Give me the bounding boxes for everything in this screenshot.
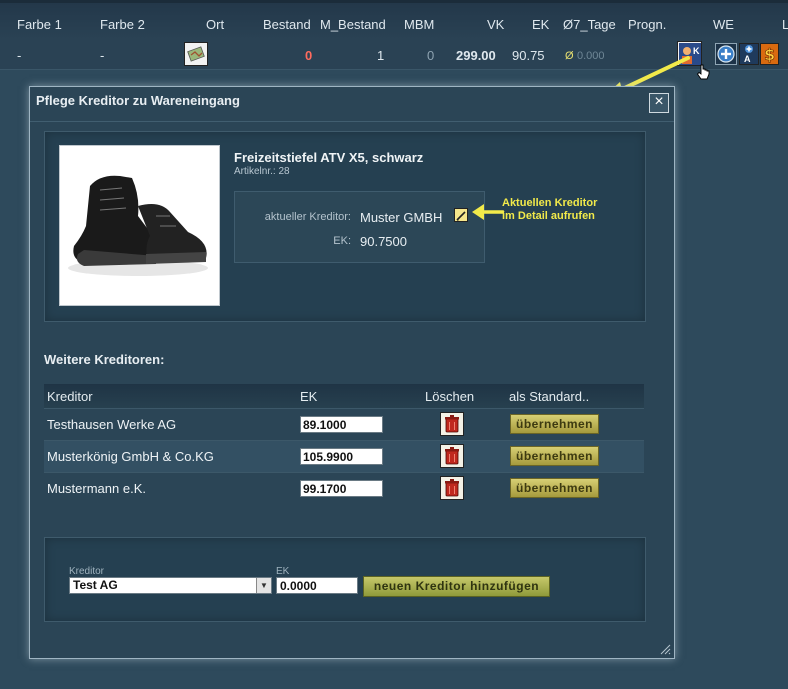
ek-input[interactable] <box>300 448 383 465</box>
cell-mbm: 0 <box>427 48 435 63</box>
uebernehmen-button[interactable]: übernehmen <box>510 446 599 466</box>
delete-button[interactable] <box>440 444 464 468</box>
uebernehmen-button[interactable]: übernehmen <box>510 414 599 434</box>
product-name: Freizeitstiefel ATV X5, schwarz <box>234 150 424 165</box>
ek-input[interactable] <box>300 416 383 433</box>
col-farbe1[interactable]: Farbe 1 <box>17 17 62 32</box>
trash-icon <box>445 447 459 465</box>
grid-header: Farbe 1 Farbe 2 Ort Bestand M_Bestand MB… <box>0 0 788 40</box>
title-divider <box>30 121 674 122</box>
cell-farbe2: - <box>100 48 105 63</box>
col-mbm[interactable]: MBM <box>404 17 434 32</box>
col-ek[interactable]: EK <box>532 17 549 32</box>
add-ek-input[interactable] <box>276 577 358 594</box>
cell-bestand: 0 <box>305 48 313 63</box>
cell-m-bestand: 1 <box>377 48 385 63</box>
kreditor-name: Mustermann e.K. <box>47 481 146 496</box>
cell-vk: 299.00 <box>456 48 496 63</box>
col-ort[interactable]: Ort <box>206 17 224 32</box>
col-l[interactable]: L <box>782 17 788 32</box>
dollar-icon: $ <box>764 45 776 64</box>
product-artnr: Artikelnr.: 28 <box>234 166 290 177</box>
close-icon[interactable]: × <box>649 93 669 113</box>
uebernehmen-button[interactable]: übernehmen <box>510 478 599 498</box>
add-article-button[interactable]: A <box>739 43 759 65</box>
product-panel: Freizeitstiefel ATV X5, schwarz Artikeln… <box>44 131 646 322</box>
delete-button[interactable] <box>440 476 464 500</box>
ek-input[interactable] <box>300 480 383 497</box>
current-kreditor-label: aktueller Kreditor: <box>264 211 351 223</box>
add-button[interactable] <box>715 43 737 65</box>
weitere-kreditoren-title: Weitere Kreditoren: <box>44 352 165 367</box>
price-button[interactable]: $ <box>760 43 779 65</box>
col-m-bestand[interactable]: M_Bestand <box>320 17 386 32</box>
add-kreditor-label: Kreditor <box>69 566 105 577</box>
add-ek-label: EK <box>276 566 290 577</box>
col-farbe2[interactable]: Farbe 2 <box>100 17 145 32</box>
kreditor-table: Kreditor EK Löschen als Standard.. Testh… <box>44 384 644 507</box>
kreditor-name: Testhausen Werke AG <box>47 417 177 432</box>
callout-arrow-icon <box>472 204 504 220</box>
callout-line1: Aktuellen Kreditor <box>502 197 598 209</box>
map-icon <box>187 46 205 62</box>
th-kreditor: Kreditor <box>47 389 93 404</box>
add-kreditor-button[interactable]: neuen Kreditor hinzufügen <box>363 576 550 597</box>
product-image <box>59 145 220 306</box>
kreditor-select-value: Test AG <box>73 578 118 592</box>
col-we[interactable]: WE <box>713 17 734 32</box>
col-prognose[interactable]: Progn. <box>628 17 666 32</box>
avg-symbol: Ø <box>565 50 574 62</box>
col-vk[interactable]: VK <box>487 17 504 32</box>
svg-text:$: $ <box>764 45 775 64</box>
pencil-icon <box>456 211 466 221</box>
plus-a-icon: A <box>740 44 758 64</box>
trash-icon <box>445 479 459 497</box>
cell-farbe1: - <box>17 48 22 63</box>
current-ek-value: 90.7500 <box>360 234 407 249</box>
svg-text:A: A <box>744 54 751 64</box>
kreditor-select[interactable]: Test AG ▼ <box>69 577 272 594</box>
table-row: Musterkönig GmbH & Co.KG übernehmen <box>44 440 644 472</box>
th-ek: EK <box>300 389 318 404</box>
callout-line2: im Detail aufrufen <box>502 210 595 222</box>
kreditor-dialog: Pflege Kreditor zu Wareneingang × Freize… <box>29 86 675 659</box>
map-location-icon[interactable] <box>184 42 208 66</box>
delete-button[interactable] <box>440 412 464 436</box>
callout-text: Aktuellen Kreditor im Detail aufrufen <box>502 197 597 223</box>
trash-icon <box>445 415 459 433</box>
current-kreditor-box: aktueller Kreditor: Muster GMBH EK: 90.7… <box>234 191 485 263</box>
cell-ek: 90.75 <box>512 48 545 63</box>
add-kreditor-panel: Kreditor EK Test AG ▼ neuen Kreditor hin… <box>44 537 646 622</box>
dialog-title: Pflege Kreditor zu Wareneingang <box>36 93 240 108</box>
th-loeschen: Löschen <box>425 389 475 404</box>
plus-circle-icon <box>717 45 735 63</box>
current-ek-label: EK: <box>333 235 351 247</box>
chevron-down-icon[interactable]: ▼ <box>256 578 271 593</box>
col-bestand[interactable]: Bestand <box>263 17 311 32</box>
kreditor-name: Musterkönig GmbH & Co.KG <box>47 449 214 464</box>
boot-icon <box>68 175 208 276</box>
resize-grip-icon[interactable] <box>659 643 671 655</box>
current-kreditor-value: Muster GMBH <box>360 210 443 225</box>
edit-kreditor-icon[interactable] <box>454 208 468 222</box>
table-row: Mustermann e.K. übernehmen <box>44 472 644 504</box>
table-row: Testhausen Werke AG übernehmen <box>44 408 644 440</box>
col-avg7[interactable]: Ø7_Tage <box>563 17 616 32</box>
kreditor-table-header: Kreditor EK Löschen als Standard.. <box>44 384 644 408</box>
th-standard: als Standard.. <box>509 389 590 404</box>
